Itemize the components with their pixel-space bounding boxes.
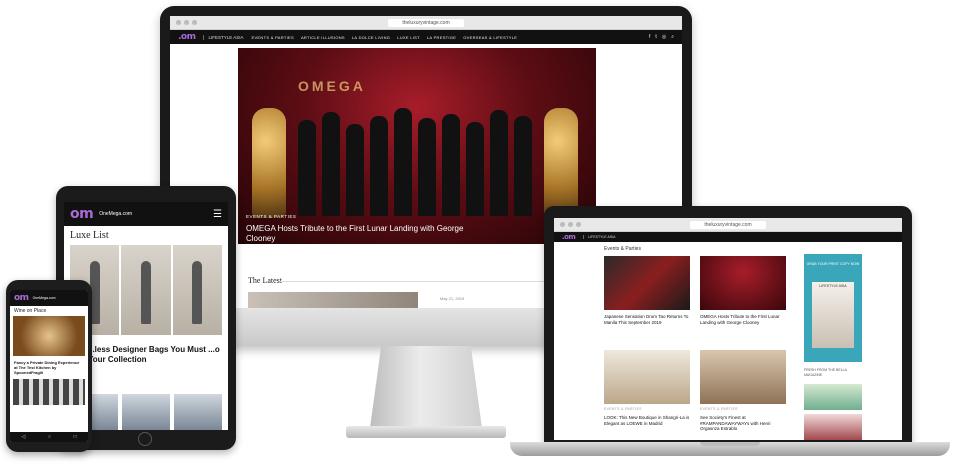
browser-url-bar[interactable]: theluxuryvintage.com xyxy=(554,218,902,232)
laptop-screen: theluxuryvintage.com .om LIFESTYLE ASIA … xyxy=(554,218,902,440)
magazine-title: LIFESTYLE ASIA xyxy=(819,284,847,288)
site-logo[interactable]: .om xyxy=(562,233,576,241)
social-icons: f t ◎ ⌕ xyxy=(649,34,674,40)
article-card[interactable]: Japanese Sensation Drum Tao Returns To M… xyxy=(604,256,690,325)
article-title[interactable]: Japanese Sensation Drum Tao Returns To M… xyxy=(604,314,690,325)
site-name: OneMega.com xyxy=(99,211,133,217)
article-category[interactable]: EVENTS & PARTIES xyxy=(700,407,786,411)
hero-headline[interactable]: OMEGA Hosts Tribute to the First Lunar L… xyxy=(246,224,476,244)
brand-subtitle: LIFESTYLE ASIA xyxy=(203,34,244,40)
home-icon[interactable]: ○ xyxy=(48,434,51,440)
site-top-nav: .om LIFESTYLE ASIA xyxy=(554,232,902,242)
section-title: Wine on Place xyxy=(14,308,47,314)
astronaut-statue-left xyxy=(252,108,286,218)
hero-feature[interactable]: OMEGA EVENTS & PARTIES OMEGA Hosts Tribu… xyxy=(238,48,596,244)
astronaut-statue-right xyxy=(544,108,578,218)
magazine-cover: LIFESTYLE ASIA xyxy=(812,282,854,348)
sidebar-thumbnail[interactable] xyxy=(804,384,862,410)
nav-item[interactable]: LA PRESTIGE xyxy=(427,35,456,40)
latest-article-thumbnail[interactable] xyxy=(248,292,418,308)
nav-item[interactable]: ARTICLE ILLUSIONS xyxy=(301,35,345,40)
nav-links: EVENTS & PARTIES ARTICLE ILLUSIONS LA DO… xyxy=(252,35,518,40)
laptop-base xyxy=(510,442,950,456)
latest-article-date: May 21, 2019 xyxy=(440,296,465,301)
sidebar-thumbnail[interactable] xyxy=(804,414,862,440)
article-category[interactable]: EVENTS & PARTIES xyxy=(604,407,690,411)
browser-url-bar[interactable]: theluxuryvintage.com xyxy=(170,16,682,30)
instagram-icon[interactable]: ◎ xyxy=(662,34,666,40)
hero-category-tag[interactable]: EVENTS & PARTIES xyxy=(246,214,296,219)
phone-header: om OneMega.com xyxy=(10,290,88,306)
search-icon[interactable]: ⌕ xyxy=(671,34,674,40)
article-title[interactable]: OMEGA Hosts Tribute to the First Lunar L… xyxy=(700,314,786,325)
article-title[interactable]: LOOK: This New Boutique in Shangri-La is… xyxy=(604,415,690,426)
sidebar-title: FRESH FROM THE BELLA MAGAZINE xyxy=(804,368,847,377)
home-button[interactable] xyxy=(138,432,152,446)
window-controls xyxy=(176,20,197,25)
nav-item[interactable]: EVENTS & PARTIES xyxy=(252,35,294,40)
phone-nav-bar: ◁ ○ □ xyxy=(10,432,88,442)
section-title: Luxe List xyxy=(70,230,109,241)
featured-image[interactable] xyxy=(70,245,222,335)
back-icon[interactable]: ◁ xyxy=(21,434,25,440)
article-image xyxy=(604,350,690,404)
nav-item[interactable]: OVERSEAS & LIFESTYLE xyxy=(463,35,517,40)
article-card[interactable]: OMEGA Hosts Tribute to the First Lunar L… xyxy=(700,256,786,325)
article-image xyxy=(700,350,786,404)
responsive-device-mockup: theluxuryvintage.com .om LIFESTYLE ASIA … xyxy=(0,0,958,467)
smartphone: om OneMega.com Wine on Place Fancy a Pri… xyxy=(6,280,92,452)
url-text[interactable]: theluxuryvintage.com xyxy=(388,18,464,27)
url-text[interactable]: theluxuryvintage.com xyxy=(690,220,766,229)
magazine-ad[interactable]: GRAB YOUR PRINT COPY NOW LIFESTYLE ASIA xyxy=(804,254,862,362)
nav-item[interactable]: LUXE LIST xyxy=(397,35,420,40)
brand-subtitle: LIFESTYLE ASIA xyxy=(583,235,616,239)
window-controls xyxy=(560,222,581,227)
article-image xyxy=(604,256,690,310)
laptop: theluxuryvintage.com .om LIFESTYLE ASIA … xyxy=(544,206,912,444)
hero-banner-text: OMEGA xyxy=(298,78,366,94)
article-title[interactable]: See Society's Finest at #RAMPANDAWAYWAYs… xyxy=(700,415,786,432)
phone-screen: om OneMega.com Wine on Place Fancy a Pri… xyxy=(10,290,88,442)
ad-text: GRAB YOUR PRINT COPY NOW xyxy=(806,262,860,266)
site-top-nav: .om LIFESTYLE ASIA EVENTS & PARTIES ARTI… xyxy=(170,30,682,44)
article-thumbnails[interactable] xyxy=(70,394,222,430)
hamburger-menu-icon[interactable]: ☰ xyxy=(213,209,222,220)
nav-item[interactable]: LA DOLCE LIVING xyxy=(352,35,390,40)
latest-section-title: The Latest xyxy=(248,276,282,285)
article-image[interactable] xyxy=(13,379,85,405)
site-logo[interactable]: om xyxy=(14,293,29,303)
recents-icon[interactable]: □ xyxy=(74,434,77,440)
article-image[interactable] xyxy=(13,316,85,356)
site-logo[interactable]: om xyxy=(70,206,94,222)
monitor-stand-neck xyxy=(370,346,482,428)
article-card[interactable]: EVENTS & PARTIES See Society's Finest at… xyxy=(700,350,786,432)
twitter-icon[interactable]: t xyxy=(655,34,656,40)
article-card[interactable]: EVENTS & PARTIES LOOK: This New Boutique… xyxy=(604,350,690,426)
tablet-header: om OneMega.com ☰ xyxy=(64,202,228,226)
article-image xyxy=(700,256,786,310)
site-name: OneMega.com xyxy=(32,296,56,300)
facebook-icon[interactable]: f xyxy=(649,34,650,40)
article-headline[interactable]: Fancy a Private Dining Experience at The… xyxy=(10,356,88,375)
section-title: Events & Parties xyxy=(604,246,641,252)
hero-photo-people xyxy=(298,106,538,216)
site-logo[interactable]: .om xyxy=(178,32,196,42)
monitor-stand-foot xyxy=(346,426,506,438)
